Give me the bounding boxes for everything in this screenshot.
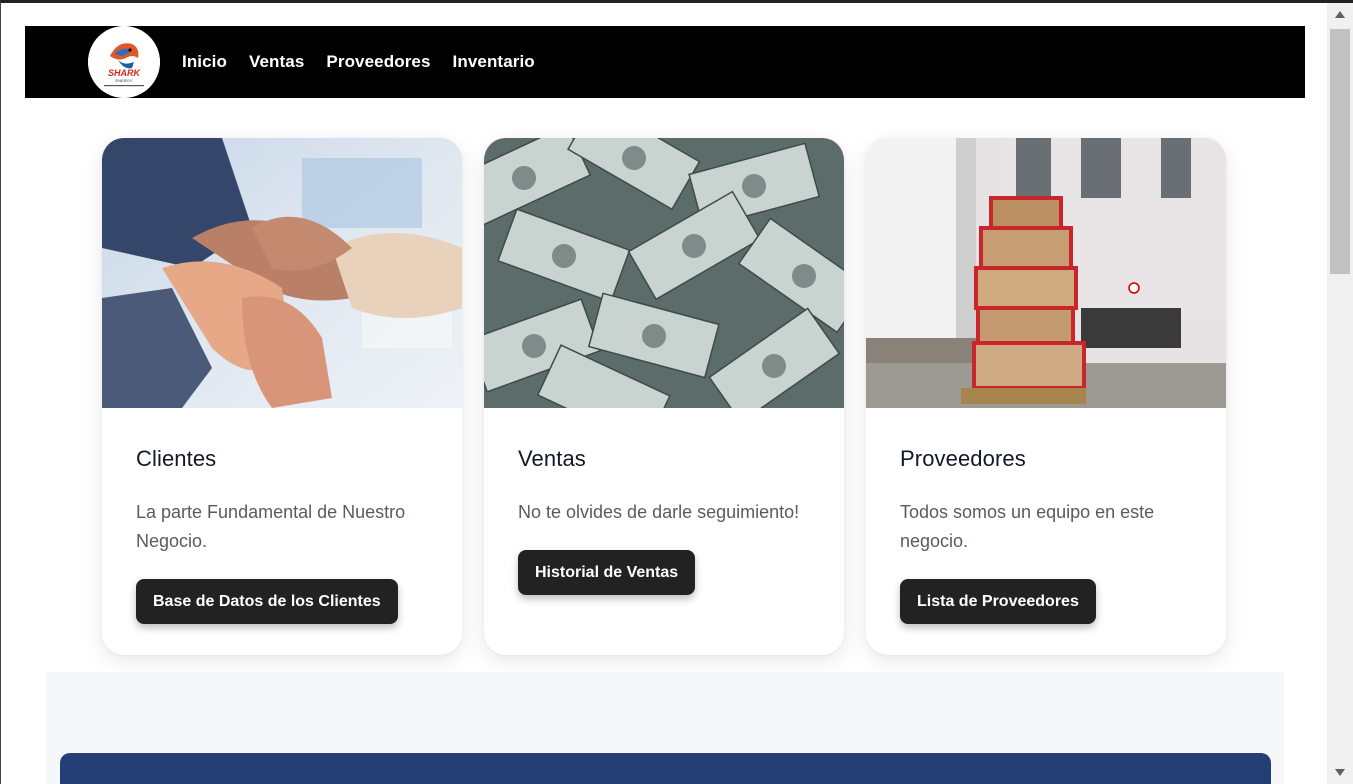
nav-link-ventas[interactable]: Ventas	[249, 52, 304, 72]
vertical-scrollbar[interactable]	[1327, 3, 1353, 784]
scroll-up-icon[interactable]	[1335, 11, 1345, 18]
svg-text:ENERGY: ENERGY	[116, 78, 133, 83]
card-proveedores: Proveedores Todos somos un equipo en est…	[866, 138, 1226, 655]
scroll-down-icon[interactable]	[1335, 769, 1345, 776]
card-description: La parte Fundamental de Nuestro Negocio.	[136, 502, 406, 551]
brand-logo[interactable]: SHARK ENERGY	[88, 26, 160, 98]
svg-text:SHARK: SHARK	[108, 68, 142, 78]
clientes-database-button[interactable]: Base de Datos de los Clientes	[136, 579, 398, 624]
card-title: Ventas	[518, 446, 586, 471]
shark-logo-icon: SHARK ENERGY	[88, 26, 160, 98]
suppliers-list-button[interactable]: Lista de Proveedores	[900, 579, 1096, 624]
dollar-bills-image	[484, 138, 844, 408]
card-description: Todos somos un equipo en este negocio.	[900, 502, 1155, 551]
card-title: Proveedores	[900, 446, 1026, 471]
hands-teamwork-image	[102, 138, 462, 408]
nav-link-proveedores[interactable]: Proveedores	[326, 52, 430, 72]
sales-history-button[interactable]: Historial de Ventas	[518, 550, 696, 595]
blue-banner	[60, 753, 1271, 784]
card-clientes: Clientes La parte Fundamental de Nuestro…	[102, 138, 462, 655]
nav-link-inicio[interactable]: Inicio	[182, 52, 227, 72]
navbar: SHARK ENERGY Inicio Ventas Proveedores I…	[25, 26, 1305, 98]
scroll-thumb[interactable]	[1330, 29, 1350, 274]
card-grid: Clientes La parte Fundamental de Nuestro…	[102, 138, 1248, 655]
card-ventas: Ventas No te olvides de darle seguimient…	[484, 138, 844, 655]
delivery-boxes-image	[866, 138, 1226, 408]
nav-link-inventario[interactable]: Inventario	[453, 52, 535, 72]
card-description: No te olvides de darle seguimiento!	[518, 502, 800, 522]
card-title: Clientes	[136, 446, 217, 471]
nav-links: Inicio Ventas Proveedores Inventario	[182, 52, 557, 72]
page-viewport: SHARK ENERGY Inicio Ventas Proveedores I…	[1, 3, 1328, 784]
